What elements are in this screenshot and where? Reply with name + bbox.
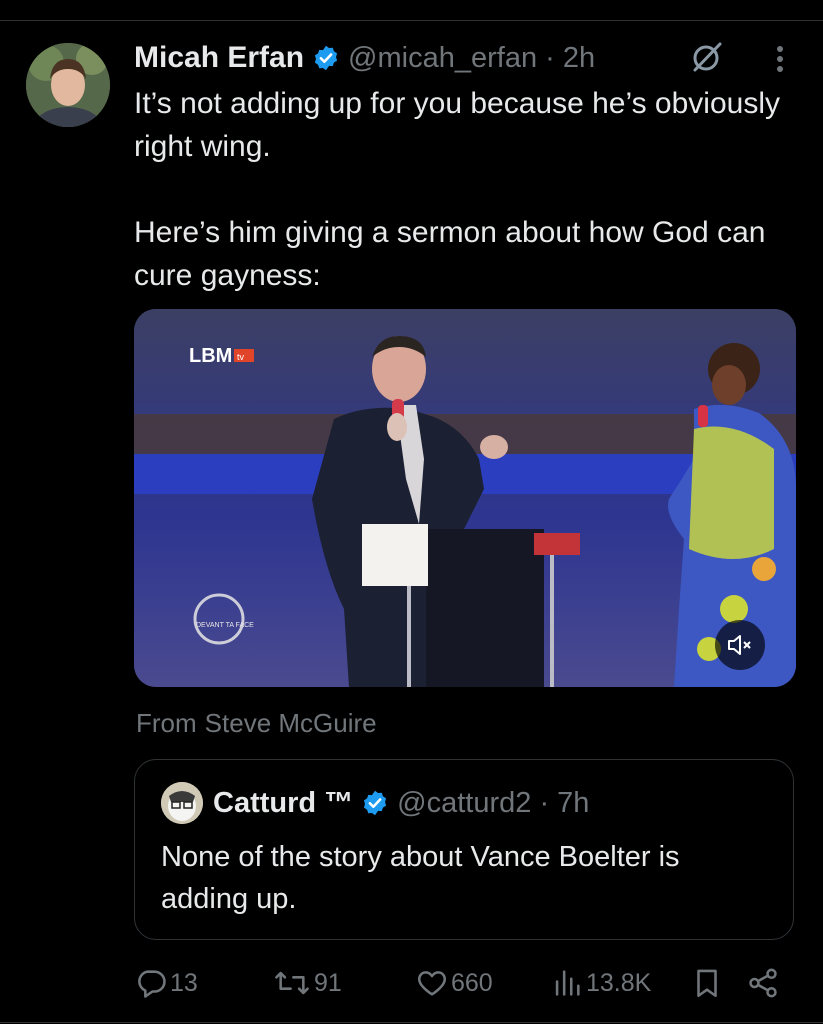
source-prefix: From: [136, 708, 197, 738]
verified-badge-icon: [361, 789, 389, 817]
reply-count: 13: [170, 968, 198, 997]
repost-icon: [275, 971, 309, 995]
reply-icon: [138, 970, 166, 998]
views-button[interactable]: 13.8K: [550, 962, 651, 1004]
quoted-handle-and-time[interactable]: @catturd2 · 7h: [397, 787, 589, 820]
tweet-header: Micah Erfan @micah_erfan · 2h: [134, 38, 595, 78]
share-button[interactable]: [746, 962, 782, 1004]
author-name[interactable]: Micah Erfan: [134, 41, 304, 75]
quoted-tweet-header: Catturd ™ @catturd2 · 7h: [161, 782, 589, 824]
speaker-muted-icon: [728, 635, 751, 655]
quoted-tweet[interactable]: Catturd ™ @catturd2 · 7h None of the sto…: [134, 759, 794, 940]
source-name[interactable]: Steve McGuire: [205, 708, 377, 738]
video-watermark: DEVANT TA FACE: [196, 622, 254, 629]
video-player[interactable]: LBM tv DEVANT TA FACE: [134, 309, 796, 687]
like-button[interactable]: 660: [415, 962, 493, 1004]
grok-icon[interactable]: [690, 40, 724, 74]
repost-button[interactable]: 91: [272, 962, 342, 1004]
tweet-text: It’s not adding up for you because he’s …: [134, 87, 780, 292]
author-handle-and-time[interactable]: @micah_erfan · 2h: [348, 42, 595, 75]
bookmark-button[interactable]: [690, 962, 726, 1004]
reply-button[interactable]: 13: [134, 962, 198, 1004]
media-source: From Steve McGuire: [136, 708, 385, 739]
repost-count: 91: [314, 968, 342, 997]
channel-logo: LBM: [189, 345, 232, 367]
bottom-divider: [0, 1022, 823, 1023]
channel-logo-sub: tv: [237, 352, 245, 362]
more-options-icon[interactable]: [770, 42, 790, 76]
verified-badge-icon: [312, 44, 340, 72]
bookmark-icon: [697, 969, 717, 998]
like-count: 660: [451, 968, 493, 997]
share-icon: [749, 968, 777, 998]
heart-icon: [417, 971, 447, 996]
tweet-actions: 13 91 660 13.8K: [134, 962, 784, 1004]
quoted-tweet-text: None of the story about Vance Boelter is…: [161, 841, 680, 915]
views-chart-icon: [555, 970, 580, 996]
quoted-author-avatar[interactable]: [161, 782, 203, 824]
mute-button[interactable]: [715, 620, 765, 670]
top-divider: [0, 20, 823, 21]
quoted-author-name[interactable]: Catturd ™: [213, 787, 353, 820]
view-count: 13.8K: [586, 968, 652, 997]
author-avatar[interactable]: [26, 43, 110, 127]
